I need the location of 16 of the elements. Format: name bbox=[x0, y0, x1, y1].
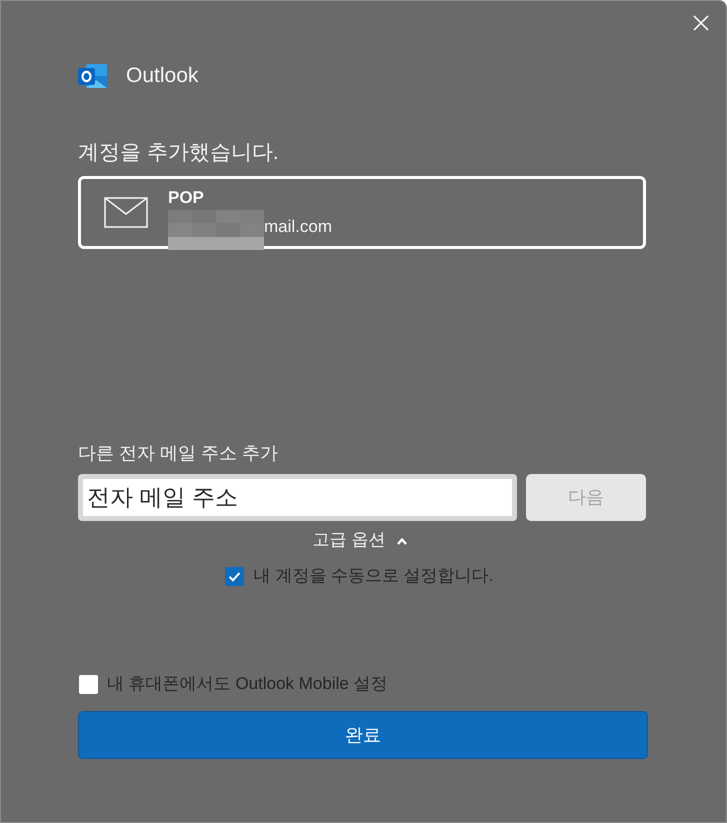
account-type: POP bbox=[168, 187, 205, 209]
done-button[interactable]: 완료 bbox=[78, 711, 648, 759]
advanced-options-toggle[interactable]: 고급 옵션 bbox=[312, 529, 408, 551]
checkbox[interactable] bbox=[79, 674, 98, 694]
mail-app-logo-icon bbox=[78, 62, 107, 90]
close-icon[interactable] bbox=[693, 15, 709, 31]
app-name: Outlook bbox=[126, 63, 198, 89]
email-input-field[interactable]: 전자 메일 주소 bbox=[78, 474, 518, 521]
account-card[interactable]: POP mail.com bbox=[78, 176, 646, 249]
account-email: mail.com bbox=[264, 216, 332, 238]
envelope-icon bbox=[104, 197, 148, 228]
checkbox[interactable] bbox=[224, 566, 244, 586]
checkbox-label: 내 휴대폰에서도 Outlook Mobile 설정 bbox=[107, 673, 388, 695]
add-email-label: 다른 전자 메일 주소 추가 bbox=[78, 442, 280, 465]
checkbox-label: 내 계정을 수동으로 설정합니다. bbox=[254, 565, 494, 587]
heading: 계정을 추가했습니다. bbox=[78, 140, 280, 166]
